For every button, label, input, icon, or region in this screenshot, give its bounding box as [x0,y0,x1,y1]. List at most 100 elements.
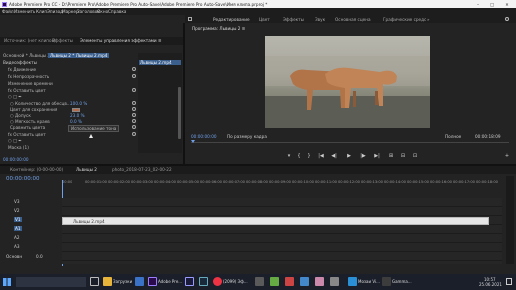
track-a3[interactable]: A3 [14,244,20,249]
minimize-button[interactable]: – [474,2,482,7]
gamma-icon[interactable] [382,277,391,286]
tab-source[interactable]: Источник: (нет клипов) [4,38,56,44]
video-clip[interactable]: Львицы 2.mp4 [62,217,489,225]
tab-effects[interactable]: Эффекты [52,38,73,44]
taskbar-item-premiere[interactable]: Adobe Pre... [158,279,182,284]
param-tolerance-value[interactable]: 23.0 % [70,113,85,118]
menu-sequence[interactable]: Эпизод [47,9,63,14]
menu-edit[interactable]: Изменить [14,9,35,14]
tab-sequence-lioness[interactable]: Львицы 2 [76,167,97,173]
param-color-to-keep[interactable]: Цвет для сохранения [10,107,57,112]
playhead-bar[interactable] [191,142,509,143]
extract-button[interactable]: ⊟ [399,153,407,160]
workspace-graphics[interactable]: Графические средс [383,17,426,22]
export-frame-button[interactable]: ⊡ [411,153,419,160]
workspace-color[interactable]: Цвет [259,17,270,22]
track-master[interactable]: Основн [6,254,22,259]
app-icon-3[interactable] [285,277,294,286]
color-swatch[interactable] [72,108,80,112]
taskbar-item-movavi[interactable]: Мозаи Vi... [358,279,380,284]
track-a2[interactable]: A2 [14,235,20,240]
workspace-more[interactable]: » [427,17,430,22]
file-explorer-icon[interactable] [103,277,112,286]
fit-dropdown[interactable]: По размеру кадра [227,134,267,139]
param-desaturate[interactable]: ○ Количество для обесцв... [10,101,71,106]
search-icon[interactable] [505,17,509,21]
param-edge-softness[interactable]: ○ Мягкость краев [10,119,50,124]
track-v2[interactable]: V2 [14,208,20,213]
program-timecode[interactable]: 00:00:00:00 [191,134,217,139]
reset-icon[interactable] [132,67,136,71]
track-v1[interactable]: V1 [14,217,22,222]
scrollbar[interactable] [178,87,181,139]
tab-sequence-photo[interactable]: photo_2018-07-23_02-00-22 [112,167,172,173]
tab-effect-controls[interactable]: Элементы управления эффектами ≡ [80,38,162,44]
reset-icon[interactable] [132,119,136,123]
mark-in-button[interactable]: { [295,153,303,160]
taskbar-item-browser[interactable]: (2099) Эф... [223,279,248,284]
effect-opacity[interactable]: fx Непрозрачность [8,74,49,79]
task-view-icon[interactable] [90,277,99,286]
menu-help[interactable]: Справка [108,9,126,14]
app-icon-1[interactable] [255,277,264,286]
mask-item[interactable]: Маска (1) [8,145,29,150]
mask-tools-2[interactable]: ○ □ ✒ [8,138,22,143]
lift-button[interactable]: ⊞ [387,153,395,160]
store-icon[interactable] [135,277,144,286]
quality-dropdown[interactable]: Полное [445,134,461,139]
reset-icon[interactable] [132,74,136,78]
panel-divider[interactable] [183,23,185,164]
menu-window[interactable]: Окно [97,9,108,14]
track-a1[interactable]: A1 [14,226,22,231]
tab-bin[interactable]: Контейнер: (0-00-00-00) [10,167,63,173]
step-back-button[interactable]: ◀| [330,153,338,160]
sequence-timecode[interactable]: 00:00:00:00 [6,176,40,182]
program-tab[interactable]: Программа: Львицы 2 ≡ [192,26,245,31]
effect-leave-color-2[interactable]: fx Оставить цвет [8,132,46,137]
workspace-audio[interactable]: Звук [315,17,325,22]
menu-file[interactable]: Файл [2,9,14,14]
reset-icon[interactable] [132,107,136,111]
home-icon[interactable] [188,17,192,21]
app-icon-5[interactable] [315,277,324,286]
mark-out-button[interactable]: } [305,153,313,160]
workspace-editing[interactable]: Редактирование [213,17,250,22]
add-button[interactable]: + [503,153,511,160]
param-tolerance[interactable]: ○ Допуск [10,113,31,118]
step-forward-button[interactable]: |▶ [359,153,367,160]
play-button[interactable]: ▶ [345,153,353,160]
reset-icon[interactable] [132,132,136,136]
taskbar-item-downloads[interactable]: Загрузки [113,279,132,284]
mini-clip-label[interactable]: Львицы 2.mp4 [139,60,181,65]
effect-leave-color[interactable]: fx Оставить цвет [8,88,46,93]
movavi-icon[interactable] [348,277,357,286]
match-colors-dropdown[interactable]: Использование тона [68,125,120,132]
track-v3[interactable]: V3 [14,199,20,204]
search-box[interactable] [16,277,86,287]
reset-icon[interactable] [132,88,136,92]
clock-date[interactable]: 25.06.2021 [479,282,502,287]
browser-icon[interactable] [213,277,222,286]
reset-icon[interactable] [132,125,136,129]
param-edge-softness-value[interactable]: 0.0 % [70,119,82,124]
time-ruler[interactable]: 00:00 00:00:01:00 00:00:02:00 00:00:03:0… [62,180,502,188]
effect-time-remap[interactable]: Изменение времени [8,81,53,86]
go-to-in-button[interactable]: |◀ [317,153,325,160]
param-desaturate-value[interactable]: 100.0 % [70,101,87,106]
playhead-icon[interactable] [191,140,195,143]
premiere-icon[interactable] [148,277,157,286]
windows-start-icon[interactable] [3,278,11,286]
clip-path[interactable]: Львицы 2 * Львицы 2.mp4 [48,53,110,58]
close-button[interactable]: ✕ [503,2,511,7]
effect-motion[interactable]: fx Движение [8,67,36,72]
notification-icon[interactable] [506,278,512,285]
workspace-effects[interactable]: Эффекты [283,17,304,22]
mask-tools-1[interactable]: ○ □ ✒ [8,94,22,99]
app-icon-6[interactable] [330,277,339,286]
marker-button[interactable]: ▾ [285,153,293,160]
after-effects-icon[interactable] [185,277,194,286]
menu-clip[interactable]: Клип [36,9,47,14]
master-volume-value[interactable]: 0.0 [36,254,43,259]
app-icon-2[interactable] [270,277,279,286]
reset-icon[interactable] [132,113,136,117]
